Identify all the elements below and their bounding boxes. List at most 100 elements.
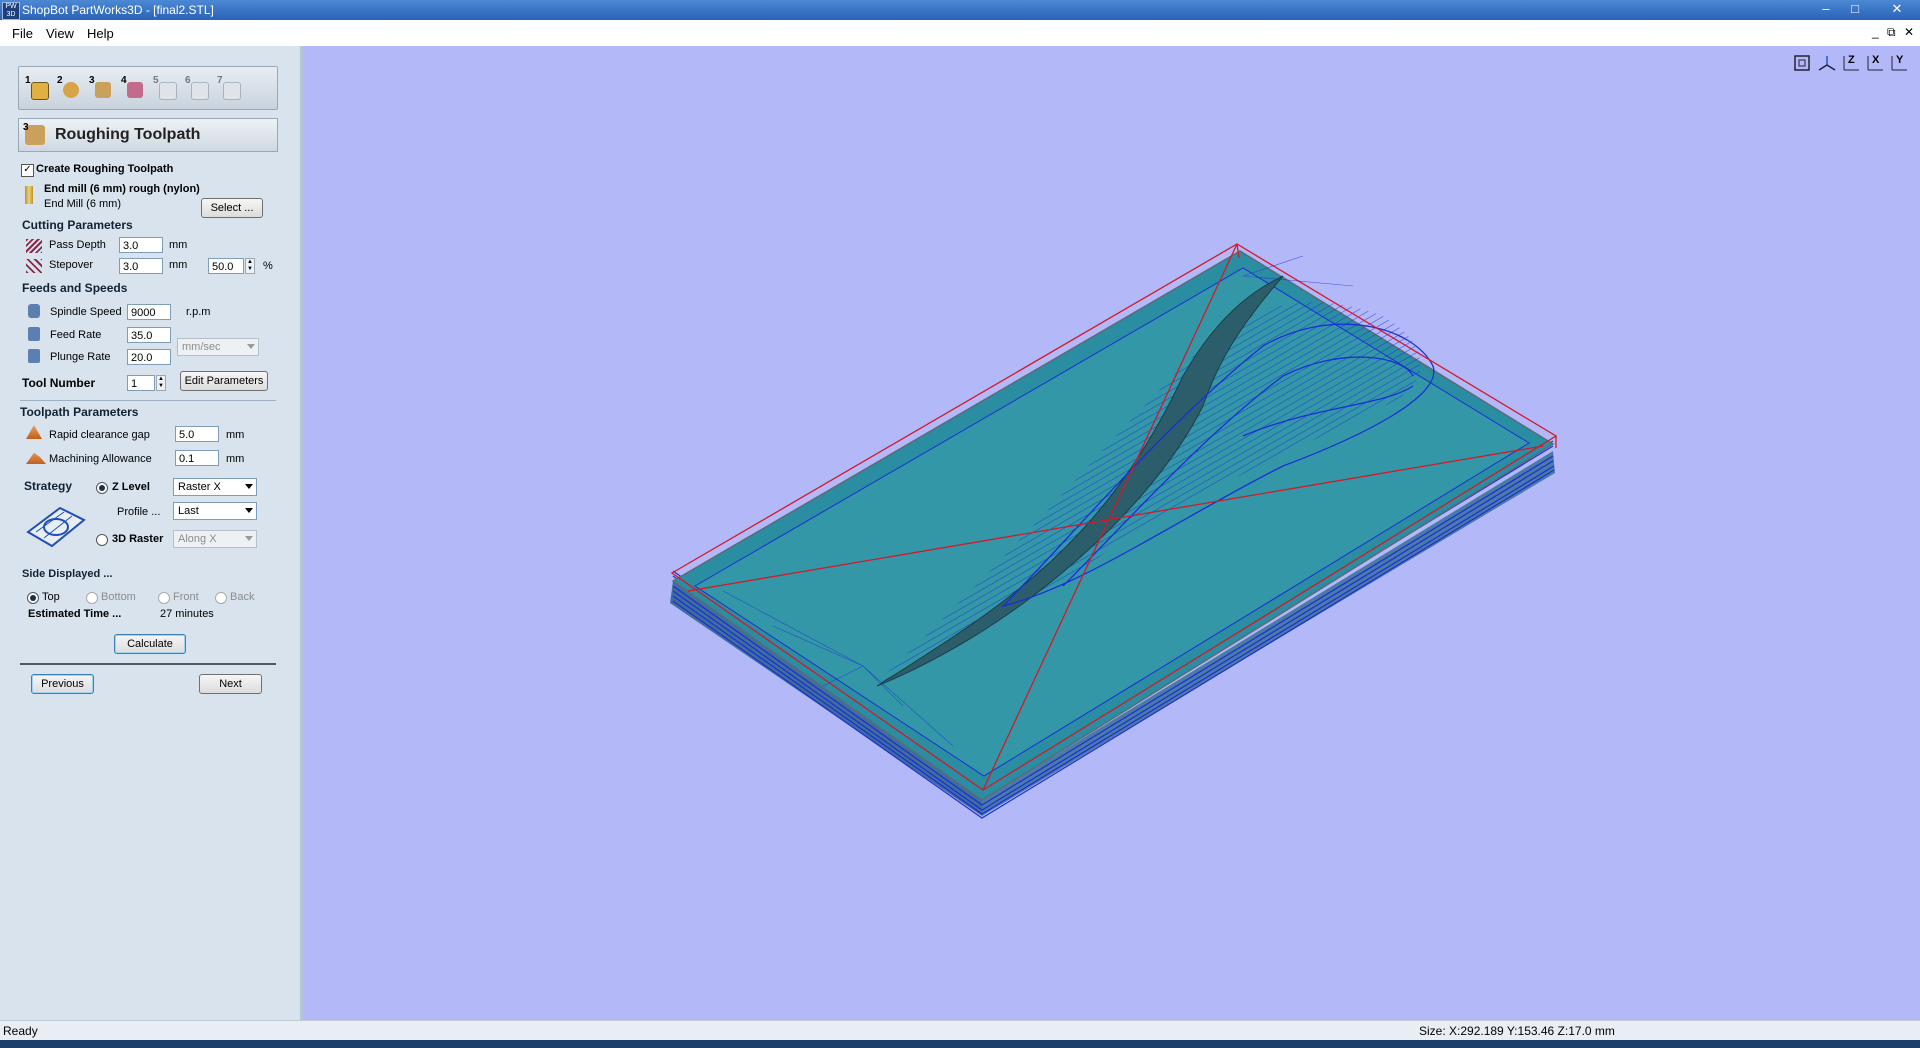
spindle-speed-input[interactable]: 9000 bbox=[127, 304, 171, 320]
step-1-icon[interactable]: 1 bbox=[25, 75, 49, 101]
3d-viewport[interactable]: Z X Y bbox=[303, 46, 1920, 1020]
side-back-radio[interactable] bbox=[215, 592, 227, 604]
rapid-clearance-input[interactable]: 5.0 bbox=[175, 426, 219, 442]
panel-title: Roughing Toolpath bbox=[55, 126, 201, 143]
stepover-percent-spinner[interactable]: ▲ ▼ bbox=[245, 258, 255, 274]
previous-button[interactable]: Previous bbox=[31, 674, 94, 694]
tool-type: End Mill (6 mm) bbox=[44, 198, 122, 210]
panel-header: 3 Roughing Toolpath bbox=[18, 118, 278, 152]
menu-bar: File View Help _ ⧉ ✕ bbox=[0, 20, 1920, 46]
side-displayed-header: Side Displayed ... bbox=[22, 568, 113, 580]
side-front-label: Front bbox=[173, 591, 199, 603]
create-toolpath-label: Create Roughing Toolpath bbox=[36, 163, 174, 175]
create-toolpath-checkbox[interactable]: ✓ bbox=[21, 164, 34, 177]
app-icon: PW 3D bbox=[2, 2, 20, 20]
divider bbox=[20, 663, 276, 665]
side-bottom-label: Bottom bbox=[101, 591, 136, 603]
spindle-speed-label: Spindle Speed bbox=[50, 306, 122, 318]
spindle-icon bbox=[28, 304, 40, 318]
stepover-input[interactable]: 3.0 bbox=[119, 258, 163, 274]
side-top-radio[interactable] bbox=[27, 592, 39, 604]
tool-name: End mill (6 mm) rough (nylon) bbox=[44, 183, 200, 195]
feed-rate-label: Feed Rate bbox=[50, 329, 102, 341]
strategy-diagram-icon bbox=[26, 506, 86, 548]
toolpath-parameters-header: Toolpath Parameters bbox=[20, 405, 139, 419]
zlevel-label: Z Level bbox=[112, 481, 150, 493]
stepover-percent-unit: % bbox=[263, 260, 273, 272]
rapid-clearance-label: Rapid clearance gap bbox=[49, 429, 150, 441]
side-front-radio[interactable] bbox=[158, 592, 170, 604]
step-3-icon[interactable]: 3 bbox=[89, 75, 113, 101]
minimize-icon[interactable]: – bbox=[1814, 1, 1838, 18]
side-top-label: Top bbox=[42, 591, 60, 603]
taskbar bbox=[0, 1040, 1920, 1048]
machining-allowance-input[interactable]: 0.1 bbox=[175, 450, 219, 466]
raster3d-select[interactable]: Along X bbox=[173, 530, 257, 548]
mdi-minimize-icon[interactable]: _ bbox=[1872, 25, 1879, 39]
rate-unit-select[interactable]: mm/sec bbox=[177, 338, 259, 356]
tool-number-input[interactable]: 1 bbox=[127, 375, 155, 391]
model-with-toolpath[interactable] bbox=[303, 46, 1920, 1020]
stepover-icon bbox=[26, 259, 42, 273]
rapid-clearance-unit: mm bbox=[226, 429, 245, 441]
raster3d-label: 3D Raster bbox=[112, 533, 164, 545]
status-bar: Ready Size: X:292.189 Y:153.46 Z:17.0 mm bbox=[0, 1020, 1920, 1041]
end-mill-icon bbox=[25, 186, 33, 204]
mdi-close-icon[interactable]: ✕ bbox=[1904, 25, 1914, 39]
menu-file[interactable]: File bbox=[12, 26, 33, 41]
close-icon[interactable]: ✕ bbox=[1880, 1, 1914, 18]
window-title: ShopBot PartWorks3D - [final2.STL] bbox=[22, 3, 214, 17]
calculate-button[interactable]: Calculate bbox=[114, 634, 186, 654]
step-4-icon[interactable]: 4 bbox=[121, 75, 145, 101]
feed-rate-icon bbox=[28, 327, 40, 341]
zlevel-select[interactable]: Raster X bbox=[173, 478, 257, 496]
feed-rate-input[interactable]: 35.0 bbox=[127, 327, 171, 343]
pass-depth-icon bbox=[26, 239, 42, 253]
stepover-unit: mm bbox=[169, 259, 188, 271]
mdi-restore-icon[interactable]: ⧉ bbox=[1887, 25, 1896, 40]
profile-label: Profile ... bbox=[117, 506, 161, 518]
plunge-rate-label: Plunge Rate bbox=[50, 351, 111, 363]
side-back-label: Back bbox=[230, 591, 255, 603]
rapid-clearance-icon bbox=[26, 425, 42, 439]
estimated-time-label: Estimated Time ... bbox=[28, 608, 122, 620]
pass-depth-unit: mm bbox=[169, 239, 188, 251]
step-7-icon[interactable]: 7 bbox=[217, 75, 241, 101]
strategy-header: Strategy bbox=[24, 479, 73, 493]
tool-number-label: Tool Number bbox=[22, 376, 96, 390]
stepover-label: Stepover bbox=[49, 259, 94, 271]
pass-depth-label: Pass Depth bbox=[49, 239, 106, 251]
plunge-rate-icon bbox=[28, 349, 40, 363]
model-size-text: Size: X:292.189 Y:153.46 Z:17.0 mm bbox=[1419, 1024, 1615, 1038]
next-button[interactable]: Next bbox=[199, 674, 262, 694]
edit-parameters-button[interactable]: Edit Parameters bbox=[180, 371, 268, 391]
machining-allowance-icon bbox=[26, 452, 46, 464]
divider bbox=[20, 400, 276, 401]
step-6-icon[interactable]: 6 bbox=[185, 75, 209, 101]
step-2-icon[interactable]: 2 bbox=[57, 75, 81, 101]
machining-allowance-label: Machining Allowance bbox=[49, 453, 152, 465]
toolpath-panel: 1 2 3 4 5 6 7 3 Roughing Toolpath ✓ Crea… bbox=[0, 46, 303, 1020]
profile-select[interactable]: Last bbox=[173, 502, 257, 520]
tool-number-spinner[interactable]: ▲ ▼ bbox=[156, 375, 166, 391]
cutting-parameters-header: Cutting Parameters bbox=[22, 218, 133, 232]
menu-help[interactable]: Help bbox=[87, 26, 114, 41]
stepover-percent-input[interactable]: 50.0 bbox=[208, 258, 244, 274]
select-tool-button[interactable]: Select ... bbox=[201, 198, 263, 218]
zlevel-radio[interactable] bbox=[96, 482, 108, 494]
machining-allowance-unit: mm bbox=[226, 453, 245, 465]
estimated-time-value: 27 minutes bbox=[160, 608, 214, 620]
spindle-speed-unit: r.p.m bbox=[186, 306, 211, 318]
raster3d-radio[interactable] bbox=[96, 534, 108, 546]
maximize-icon[interactable]: □ bbox=[1843, 1, 1867, 18]
status-text: Ready bbox=[3, 1024, 38, 1038]
step-5-icon[interactable]: 5 bbox=[153, 75, 177, 101]
roughing-toolpath-icon: 3 bbox=[23, 122, 45, 145]
menu-view[interactable]: View bbox=[46, 26, 74, 41]
title-bar: PW 3D ShopBot PartWorks3D - [final2.STL]… bbox=[0, 0, 1920, 20]
pass-depth-input[interactable]: 3.0 bbox=[119, 237, 163, 253]
feeds-speeds-header: Feeds and Speeds bbox=[22, 281, 128, 295]
side-bottom-radio[interactable] bbox=[86, 592, 98, 604]
plunge-rate-input[interactable]: 20.0 bbox=[127, 349, 171, 365]
wizard-step-bar: 1 2 3 4 5 6 7 bbox=[18, 66, 278, 110]
